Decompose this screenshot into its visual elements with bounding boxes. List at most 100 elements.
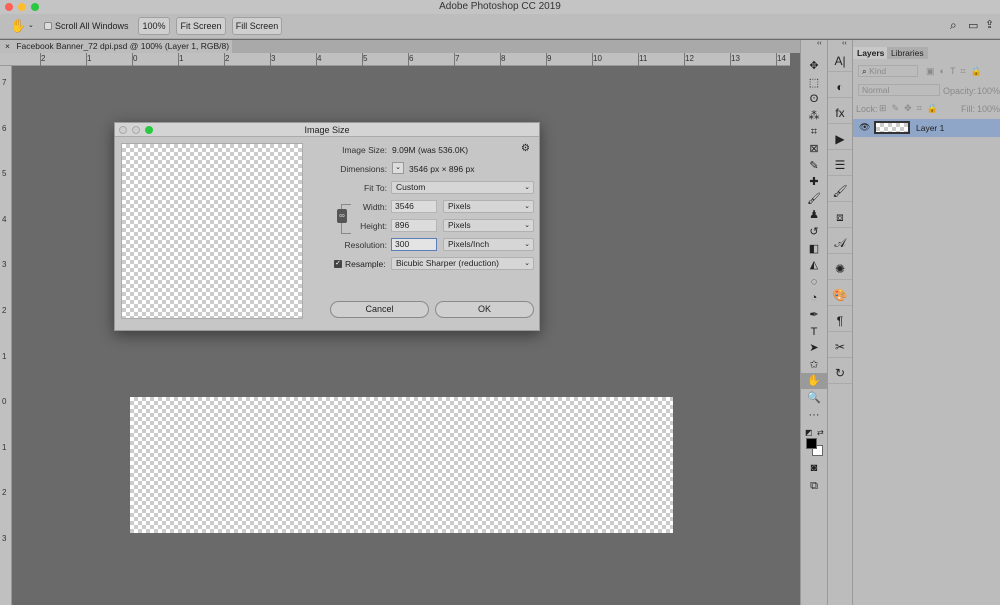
tab-layers[interactable]: Layers — [853, 47, 889, 59]
app-title: Adobe Photoshop CC 2019 — [439, 1, 561, 12]
history-panel-icon[interactable]: ↻ — [828, 362, 852, 384]
fit-to-value: Custom — [396, 182, 426, 192]
paint-bucket-tool-icon[interactable]: ◭ — [801, 257, 827, 273]
filter-type-icons[interactable]: ▣◐T⌗🔒 — [926, 66, 987, 77]
quick-mask-icon[interactable]: ◙ — [801, 460, 827, 476]
move-tool-icon[interactable]: ✥ — [801, 58, 827, 74]
adjustments-panel-icon[interactable]: ◐ — [828, 76, 852, 98]
opacity-value[interactable]: 100% — [977, 86, 1000, 96]
collapse-tools-icon[interactable]: ‹‹ — [817, 40, 822, 47]
image-preview[interactable] — [121, 143, 303, 319]
height-unit-select[interactable]: Pixels ⌄ — [443, 219, 534, 232]
vertical-ruler: 7 6 5 4 3 2 1 0 1 2 3 — [0, 66, 12, 605]
fill-screen-button[interactable]: Fill Screen — [232, 17, 282, 35]
layer-row[interactable]: 👁 Layer 1 — [853, 119, 1000, 137]
dimensions-units-chevron-icon[interactable]: ⌄ — [392, 162, 404, 174]
swap-colors-icon[interactable]: ⇄ — [817, 428, 824, 437]
hand-tool-icon[interactable]: ✋ — [801, 373, 827, 390]
height-unit-value: Pixels — [448, 220, 471, 230]
close-tab-icon[interactable]: × — [5, 41, 10, 51]
ruler-tick-label: 3 — [271, 54, 276, 63]
resample-select[interactable]: Bicubic Sharper (reduction) ⌄ — [391, 257, 534, 270]
tab-libraries[interactable]: Libraries — [887, 47, 928, 59]
document-tab[interactable]: × Facebook Banner_72 dpi.psd @ 100% (Lay… — [0, 40, 232, 53]
magic-wand-tool-icon[interactable]: ⁂ — [801, 108, 827, 124]
document-canvas[interactable] — [130, 397, 673, 533]
gear-icon[interactable]: ⚙ — [521, 143, 530, 154]
pen-tool-icon[interactable]: ✒ — [801, 307, 827, 323]
properties-panel-icon[interactable]: ☰ — [828, 154, 852, 176]
styles-panel-icon[interactable]: fx — [828, 102, 852, 124]
zoom-100-button[interactable]: 100% — [138, 17, 170, 35]
tools-presets-panel-icon[interactable]: ✂ — [828, 336, 852, 358]
screen-mode-icon[interactable]: ⧉ — [801, 478, 827, 494]
brush-tool-icon[interactable]: 🖌 — [801, 191, 827, 207]
layer-filter-select[interactable]: ⌕ Kind — [858, 65, 918, 77]
clone-stamp-tool-icon[interactable]: ♟ — [801, 207, 827, 223]
custom-shape-tool-icon[interactable]: ✩ — [801, 357, 827, 373]
fit-to-label: Fit To: — [364, 183, 387, 193]
default-colors-icon[interactable]: ◩ — [805, 428, 813, 437]
foreground-color-swatch[interactable] — [806, 438, 817, 449]
eyedropper-tool-icon[interactable]: ✎ — [801, 158, 827, 174]
close-window-button[interactable] — [5, 3, 13, 11]
eye-visibility-icon[interactable]: 👁 — [859, 122, 870, 133]
zoom-tool-icon[interactable]: 🔍 — [801, 390, 827, 406]
ruler-tick — [592, 53, 593, 66]
type-tool-icon[interactable]: T — [801, 324, 827, 340]
fill-label: Fill: — [961, 104, 975, 114]
dialog-close-button[interactable] — [119, 126, 127, 134]
eraser-tool-icon[interactable]: ◧ — [801, 241, 827, 257]
width-unit-select[interactable]: Pixels ⌄ — [443, 200, 534, 213]
healing-brush-tool-icon[interactable]: ✚ — [801, 174, 827, 190]
scroll-all-windows-label: Scroll All Windows — [55, 21, 129, 31]
marquee-tool-icon[interactable]: ⬚ — [801, 75, 827, 91]
workspace-icon[interactable]: ▭ — [968, 19, 978, 32]
cancel-button[interactable]: Cancel — [330, 301, 429, 318]
lasso-tool-icon[interactable]: ʘ — [801, 91, 827, 107]
ruler-tick — [684, 53, 685, 66]
fill-value[interactable]: 100% — [977, 104, 1000, 114]
ruler-tick-label: 10 — [593, 54, 602, 63]
paragraph-panel-icon[interactable]: ¶ — [828, 310, 852, 332]
collapse-dock-icon[interactable]: ‹‹ — [842, 40, 847, 47]
minimize-window-button[interactable] — [18, 3, 26, 11]
resolution-unit-select[interactable]: Pixels/Inch ⌄ — [443, 238, 534, 251]
dialog-minimize-button[interactable] — [132, 126, 140, 134]
ok-button[interactable]: OK — [435, 301, 534, 318]
tool-preset-chevron-icon[interactable]: ⌄ — [28, 21, 34, 29]
more-tools-icon[interactable]: ··· — [801, 407, 827, 423]
hand-icon[interactable]: ✋ — [10, 18, 26, 34]
dodge-tool-icon[interactable]: ◔ — [801, 290, 827, 306]
zoom-window-button[interactable] — [31, 3, 39, 11]
path-selection-tool-icon[interactable]: ➤ — [801, 340, 827, 356]
scroll-all-windows-checkbox[interactable] — [44, 22, 52, 30]
resolution-input[interactable]: 300 — [391, 238, 437, 251]
ruler-tick — [86, 53, 87, 66]
dialog-zoom-button[interactable] — [145, 126, 153, 134]
lock-icons[interactable]: ⊞✎✥⌗🔒 — [879, 103, 943, 114]
dialog-title-bar[interactable]: Image Size — [115, 123, 539, 137]
resample-checkbox[interactable]: ✓ — [334, 260, 342, 268]
fit-to-select[interactable]: Custom ⌄ — [391, 181, 534, 194]
clone-source-panel-icon[interactable]: ⧈ — [828, 206, 852, 228]
ruler-tick-label: 4 — [2, 214, 7, 224]
actions-panel-icon[interactable]: ▶ — [828, 128, 852, 150]
frame-tool-icon[interactable]: ⊠ — [801, 141, 827, 157]
search-icon[interactable]: ⌕ — [950, 18, 957, 33]
character-panel-icon[interactable]: A| — [828, 50, 852, 72]
width-input[interactable]: 3546 — [391, 200, 437, 213]
history-brush-tool-icon[interactable]: ↺ — [801, 224, 827, 240]
glyphs-panel-icon[interactable]: 𝒜 — [828, 232, 852, 254]
share-icon[interactable]: ⇪ — [985, 18, 994, 31]
blend-mode-select[interactable]: Normal — [858, 84, 940, 96]
blur-tool-icon[interactable]: ◌ — [801, 274, 827, 290]
swatches-panel-icon[interactable]: 🎨 — [828, 284, 852, 306]
navigator-panel-icon[interactable]: ✺ — [828, 258, 852, 280]
image-size-value: 9.09M (was 536.0K) — [392, 145, 469, 155]
brushes-panel-icon[interactable]: 🖌 — [828, 180, 852, 202]
crop-tool-icon[interactable]: ⌗ — [801, 124, 827, 140]
fit-screen-button[interactable]: Fit Screen — [176, 17, 226, 35]
height-input[interactable]: 896 — [391, 219, 437, 232]
chevron-down-icon: ⌄ — [524, 222, 530, 229]
